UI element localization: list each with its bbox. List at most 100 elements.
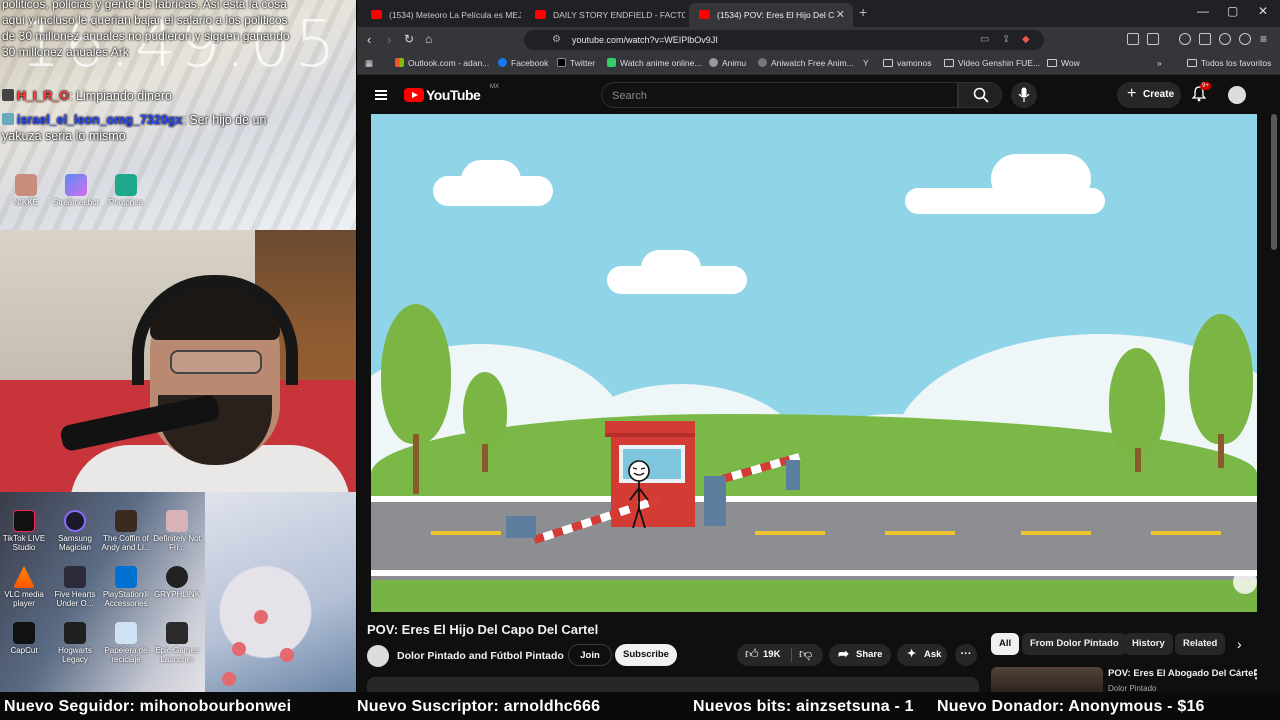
chip-from-channel[interactable]: From Dolor Pintado (1022, 633, 1127, 655)
logo-text: YouTube (426, 87, 481, 103)
like-dislike-group: 👍︎ 19K 👎︎ (737, 644, 823, 666)
new-tab-button[interactable]: + (859, 4, 867, 20)
account-avatar[interactable] (1228, 86, 1246, 104)
bookmark-label: Todos los favoritos (1201, 58, 1272, 68)
tab-pov-active[interactable]: (1534) POV: Eres El Hijo Del C ✕ (689, 3, 853, 27)
dislike-icon[interactable]: 👎︎ (799, 646, 812, 662)
voice-search-button[interactable] (1011, 82, 1037, 108)
reload-icon[interactable]: ↻ (404, 32, 414, 46)
channel-avatar[interactable] (367, 645, 389, 667)
bookmark-aniwatch[interactable]: Aniwatch Free Anim... (758, 58, 854, 68)
all-bookmarks[interactable]: Todos los favoritos (1187, 58, 1271, 68)
tab-daily-story[interactable]: DAILY STORY ENDFIELD - FACTORY M (525, 3, 685, 27)
shield-icon[interactable] (1239, 33, 1251, 45)
tiktok-icon (13, 510, 35, 532)
desktop-icon-definitely-not-fri[interactable]: Definitely Not Fri... (147, 510, 207, 552)
video-player[interactable] (371, 114, 1257, 612)
description-box[interactable] (367, 677, 979, 692)
chip-history[interactable]: History (1124, 633, 1173, 655)
youtube-play-icon (404, 88, 424, 102)
music-icon[interactable] (1179, 33, 1191, 45)
watermark-icon[interactable] (1233, 570, 1257, 594)
search-button[interactable] (958, 82, 1002, 108)
browser-toolbar: ‹ › ↻ ⌂ ▯ ⚙ youtube.com/watch?v=WEIPlbOv… (357, 27, 1280, 53)
aniwatch-icon (758, 58, 767, 67)
chevron-right-icon[interactable]: › (1237, 636, 1242, 652)
bookmark-label: Outlook.com - adan... (408, 58, 490, 68)
ticker-item: Nuevo Donador: Anonymous - $16 (937, 698, 1205, 715)
bookmark-folder-wow[interactable]: Wow (1047, 58, 1080, 68)
minimize-icon[interactable]: — (1197, 4, 1209, 18)
search-icon (973, 87, 989, 103)
create-button[interactable]: + Create (1117, 82, 1181, 108)
close-tab-icon[interactable]: ✕ (836, 8, 845, 21)
bookmark-ext[interactable]: Y (863, 58, 869, 68)
youtube-favicon-icon (371, 10, 382, 19)
desktop-icon-photopea[interactable]: Photopea (96, 174, 156, 207)
apps-icon[interactable]: ▦ (365, 58, 373, 69)
bookmark-folder-genshin[interactable]: Video Genshin FUE... (944, 58, 1040, 68)
desktop-icon-label: Photopea (108, 198, 144, 207)
maximize-icon[interactable]: ▢ (1227, 4, 1238, 18)
more-bookmarks-icon[interactable]: » (1157, 58, 1162, 68)
chip-related[interactable]: Related (1175, 633, 1226, 655)
sidebar-icon[interactable] (1147, 33, 1159, 45)
region-code: MX (490, 84, 499, 90)
share-button[interactable]: ➦ Share (829, 644, 891, 666)
youtube-favicon-icon (699, 10, 710, 19)
bookmark-label: Video Genshin FUE... (958, 58, 1041, 68)
ask-button[interactable]: ✦ Ask (897, 644, 947, 666)
back-icon[interactable]: ‹ (367, 32, 371, 47)
search-input[interactable]: Search (601, 82, 958, 108)
like-icon[interactable]: 👍︎ (745, 646, 759, 662)
bookmark-watch-anime[interactable]: Watch anime online... (607, 58, 701, 68)
bookmark-label: Aniwatch Free Anim... (771, 58, 854, 68)
home-icon[interactable]: ⌂ (425, 32, 432, 46)
close-window-icon[interactable]: ✕ (1258, 4, 1268, 18)
more-options-icon[interactable]: ⋮ (1250, 667, 1262, 681)
desktop-icon-label: Hogwarts Legacy (58, 646, 92, 664)
scrollbar[interactable] (1271, 114, 1277, 250)
desktop-icon-label: CapCut (10, 646, 38, 655)
bookmark-label: Facebook (511, 58, 549, 68)
brave-shield-icon[interactable]: ◆ (1022, 34, 1030, 45)
recommended-channel: Dolor Pintado (1108, 684, 1157, 692)
bookmark-facebook[interactable]: Facebook (498, 58, 548, 68)
chat-message: H_I_R_O: Limpiando dinero (2, 88, 302, 104)
subscribe-button[interactable]: Subscribe (615, 644, 677, 666)
hamburger-menu-icon[interactable] (375, 90, 387, 100)
bookmark-folder-vamonos[interactable]: vamonos (883, 58, 932, 68)
forward-icon[interactable]: › (387, 32, 391, 47)
desktop-icon-label: GRYPHLINK (153, 590, 201, 599)
address-bar[interactable]: ⚙ youtube.com/watch?v=WEIPlbOv9JI ▭ ⇪ ◆ (524, 30, 1044, 50)
chat-username: israel_el_leon_omg_7320gx (17, 113, 183, 127)
cast-icon[interactable]: ▭ (980, 34, 989, 45)
bookmark-outlook[interactable]: Outlook.com - adan... (395, 58, 489, 68)
tab-meteoro[interactable]: (1534) Meteoro La Película es MEJOR (361, 3, 521, 27)
join-button[interactable]: Join (568, 644, 612, 666)
bookmark-twitter[interactable]: Twitter (557, 58, 595, 68)
wallet-icon[interactable] (1199, 33, 1211, 45)
site-info-icon[interactable]: ⚙ (552, 34, 561, 45)
recommended-thumbnail[interactable] (991, 667, 1103, 692)
stick-figure (628, 460, 650, 529)
more-actions-icon[interactable]: ··· (955, 644, 977, 666)
desktop-icon-label: PlayStation® Accessories (102, 590, 150, 608)
road (371, 500, 1257, 580)
channel-name[interactable]: Dolor Pintado and Fútbol Pintado (397, 650, 564, 662)
extensions-icon[interactable] (1127, 33, 1139, 45)
playstation-icon (115, 566, 137, 588)
share-page-icon[interactable]: ⇪ (1002, 34, 1010, 45)
recommended-title[interactable]: POV: Eres El Abogado Del Cártel (1108, 668, 1256, 679)
menu-icon[interactable]: ≡ (1260, 32, 1267, 46)
desktop-icon-gryphlink[interactable]: GRYPHLINK (147, 566, 207, 599)
gryphlink-icon (166, 566, 188, 588)
desktop-icon-epic-games[interactable]: Epic Games Launcher (147, 622, 207, 664)
bookmark-animu[interactable]: Animu (709, 58, 746, 68)
vpn-icon[interactable] (1219, 33, 1231, 45)
desktop-icon-label: TikTok LIVE Studio (2, 534, 46, 552)
bookmark-label: Watch anime online... (620, 58, 702, 68)
y-icon: Y (863, 58, 869, 68)
ticker-item: Nuevo Suscriptor: arnoldhc666 (357, 698, 601, 715)
chip-all[interactable]: All (991, 633, 1020, 655)
